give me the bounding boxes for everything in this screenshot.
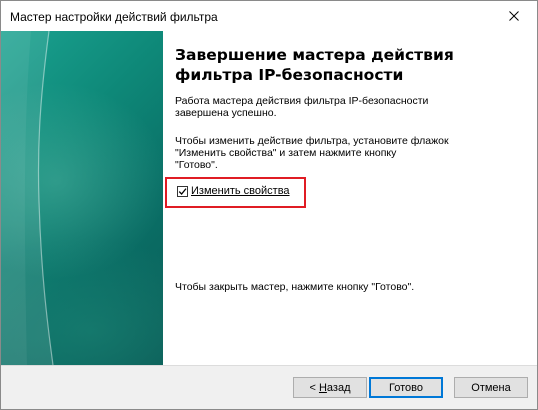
close-button[interactable] [491, 1, 537, 31]
title-bar: Мастер настройки действий фильтра [1, 1, 537, 31]
banner-decoration [1, 31, 54, 365]
checkmark-icon [178, 187, 187, 195]
wizard-window: Мастер настройки действий фильтра Заверш… [0, 0, 538, 410]
wizard-content: Завершение мастера действия фильтра IP-б… [163, 31, 537, 365]
wizard-banner-image [1, 31, 163, 365]
success-message: Работа мастера действия фильтра IP-безоп… [175, 95, 525, 119]
heading-line-1: Завершение мастера действия [175, 46, 454, 64]
checkbox-label[interactable]: Изменить свойства [191, 185, 290, 197]
edit-properties-checkbox[interactable]: Изменить свойства [177, 185, 290, 197]
edit-instructions: Чтобы изменить действие фильтра, установ… [175, 135, 525, 171]
edit-instructions-line-1: Чтобы изменить действие фильтра, установ… [175, 135, 449, 147]
success-message-line-1: Работа мастера действия фильтра IP-безоп… [175, 95, 429, 107]
close-instructions: Чтобы закрыть мастер, нажмите кнопку "Го… [175, 281, 415, 293]
edit-instructions-line-3: "Готово". [175, 159, 218, 171]
heading-line-2: фильтра IP-безопасности [175, 66, 404, 84]
checkbox-box[interactable] [177, 185, 188, 197]
button-bar: < Назад Готово Отмена [1, 366, 537, 409]
edit-instructions-line-2: "Изменить свойства" и затем нажмите кноп… [175, 147, 397, 159]
cancel-button[interactable]: Отмена [454, 377, 528, 398]
success-message-line-2: завершена успешно. [175, 107, 277, 119]
back-button[interactable]: < Назад [293, 377, 367, 398]
back-button-rest: азад [326, 381, 351, 394]
window-title: Мастер настройки действий фильтра [10, 10, 218, 24]
close-icon [509, 11, 519, 21]
back-button-accel: Н [318, 381, 327, 394]
back-button-prefix: < [309, 381, 319, 394]
page-heading: Завершение мастера действия фильтра IP-б… [175, 45, 525, 85]
finish-button[interactable]: Готово [369, 377, 443, 398]
